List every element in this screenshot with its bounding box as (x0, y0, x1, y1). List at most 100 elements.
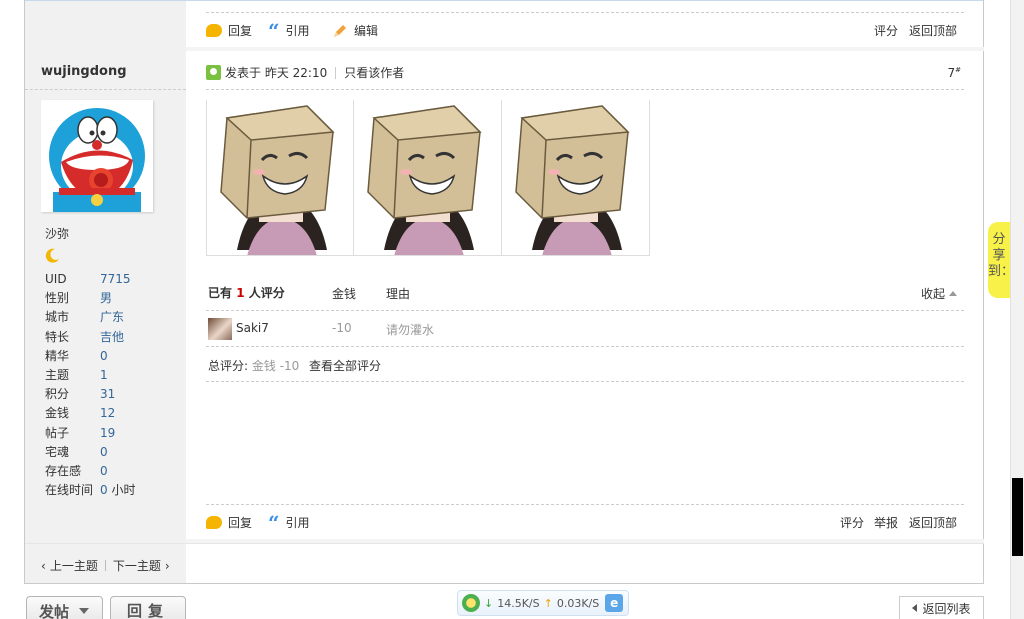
box-head-emote-image[interactable] (354, 100, 502, 256)
divider (25, 89, 186, 90)
report-link[interactable]: 举报 (874, 514, 898, 531)
stat-row: 金钱 12 (45, 404, 135, 423)
floor-number-text: 7 (947, 66, 956, 80)
stat-value: 12 (100, 406, 116, 421)
prev-thread-link[interactable]: 上一主题 (50, 557, 98, 574)
reply-icon (206, 516, 222, 529)
rating-total-prefix: 总评分: (208, 359, 249, 373)
quote-label: 引用 (285, 516, 310, 530)
floor-sup: # (955, 66, 961, 74)
rater-name[interactable]: Saki7 (236, 321, 269, 335)
stat-key: 精华 (45, 348, 70, 363)
stat-row: 精华 0 (45, 347, 135, 366)
author-stats: UID 7715 性别男 城市 广东 特长 吉他 精华 0 主题 1 积分 31 金钱 12 … (45, 270, 135, 500)
share-tab[interactable]: 分享到： (988, 222, 1014, 298)
author-username[interactable]: wujingdong (41, 64, 127, 79)
download-arrow-icon: ↓ (484, 596, 494, 610)
stat-row: 特长 吉他 (45, 328, 135, 347)
rate-link[interactable]: 评分 (840, 514, 864, 531)
reply-thread-button[interactable]: 回复 (110, 596, 186, 619)
edit-button[interactable]: 编辑 (332, 22, 378, 39)
stat-key: 存在感 (45, 463, 82, 478)
stat-key: 城市 (45, 310, 70, 325)
network-speed-widget[interactable]: ↓ 14.5K/S ↑ 0.03K/S e (457, 590, 629, 616)
collapse-ratings-button[interactable]: 收起 (921, 285, 957, 302)
rating-count: 1 (236, 286, 245, 300)
quote-button[interactable]: “ 引用 (268, 18, 310, 43)
edit-label: 编辑 (354, 24, 379, 38)
post-time: 发表于 昨天 22:10 (225, 66, 328, 80)
speed-logo-icon (462, 594, 480, 612)
stat-key: 帖子 (45, 425, 70, 440)
rater-reason: 请勿灌水 (386, 323, 435, 337)
emote-drawing (220, 105, 335, 255)
top-border (25, 0, 983, 1)
quote-label: 引用 (285, 24, 310, 38)
next-thread-link[interactable]: 下一主题 (113, 557, 161, 574)
rater-avatar[interactable] (208, 318, 232, 340)
author-rank[interactable]: 沙弥 (45, 225, 69, 242)
quote-icon: “ (268, 510, 280, 535)
rating-summary-heading: 已有 1 人评分 (208, 284, 285, 301)
stat-value: 男 (100, 291, 113, 306)
triangle-left-icon (912, 604, 918, 612)
only-author-link[interactable]: 只看该作者 (344, 64, 404, 81)
back-to-top-link[interactable]: 返回顶部 (909, 22, 957, 39)
stat-value: 吉他 (100, 329, 125, 344)
new-post-button[interactable]: 发帖 (26, 596, 103, 619)
rating-total: 总评分: 金钱 -10 (208, 357, 299, 374)
stat-value: 0 (100, 463, 108, 478)
stat-row: UID 7715 (45, 270, 135, 289)
divider (206, 310, 964, 311)
reply-button[interactable]: 回复 (206, 514, 252, 531)
stat-key: 主题 (45, 367, 70, 382)
page-scrollbar[interactable] (1010, 0, 1024, 619)
stat-row: 积分 31 (45, 385, 135, 404)
author-avatar[interactable] (41, 100, 153, 212)
rating-head-suffix: 人评分 (248, 286, 285, 300)
reply-label: 回复 (228, 24, 253, 38)
back-to-top-link[interactable]: 返回顶部 (909, 514, 957, 531)
back-to-list-button[interactable]: 返回列表 (899, 596, 984, 619)
reply-label: 回复 (228, 516, 253, 530)
stat-row: 主题 1 (45, 366, 135, 385)
rater-money: -10 (332, 321, 352, 335)
new-post-label: 发帖 (39, 602, 70, 619)
online-hours-value: 0 (100, 483, 108, 498)
stat-value: 7715 (100, 272, 131, 286)
post-frame: 回复 “ 引用 编辑 评分 返回顶部 wujingdong 沙弥 UID 771… (24, 0, 984, 584)
divider (206, 504, 964, 505)
box-head-emote-image[interactable] (502, 100, 650, 256)
stat-row: 存在感 0 (45, 462, 135, 481)
stat-key: 积分 (45, 387, 70, 402)
stat-key: 金钱 (45, 406, 70, 421)
back-to-list-label: 返回列表 (922, 601, 971, 616)
view-all-ratings-link[interactable]: 查看全部评分 (309, 357, 381, 374)
post-meta: 发表于 昨天 22:10 只看该作者 (206, 64, 404, 81)
reply-icon (206, 24, 222, 37)
stat-value[interactable]: 1 (100, 366, 108, 385)
stat-row: 在线时间 0 小时 (45, 481, 135, 500)
upload-arrow-icon: ↑ (543, 596, 553, 610)
stat-row: 性别 男 (45, 289, 135, 308)
divider (206, 346, 964, 347)
dropdown-arrow-icon (79, 608, 90, 614)
reply-button[interactable]: 回复 (206, 22, 252, 39)
quote-icon: “ (268, 18, 280, 43)
scrollbar-thumb[interactable] (1012, 478, 1023, 556)
post-images (206, 100, 650, 256)
thread-nav: ‹ 上一主题 下一主题 › (41, 557, 170, 574)
stat-value[interactable]: 0 (100, 347, 108, 366)
floor-number[interactable]: 7# (947, 66, 961, 80)
divider (206, 381, 964, 382)
stat-value[interactable]: 19 (100, 424, 115, 443)
chevron-right-icon: › (164, 558, 170, 573)
meta-separator (335, 66, 337, 79)
quote-button[interactable]: “ 引用 (268, 510, 310, 535)
stat-value: 广东 (100, 310, 125, 325)
box-head-emote-image[interactable] (206, 100, 354, 256)
stat-key: 在线时间 (45, 483, 94, 498)
pencil-icon (334, 24, 346, 37)
rate-link[interactable]: 评分 (874, 22, 898, 39)
browser-icon: e (605, 594, 624, 612)
